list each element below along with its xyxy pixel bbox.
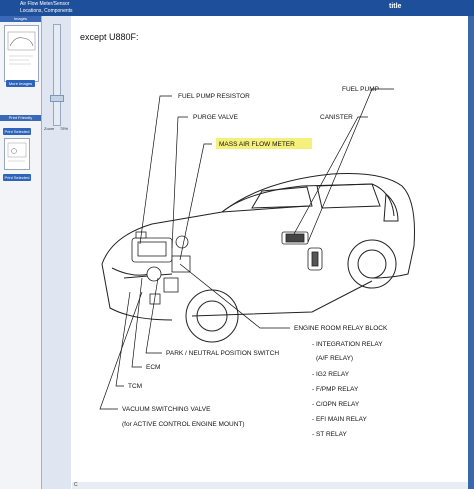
images-header: Images (0, 16, 41, 22)
label-fuel-pump: FUEL PUMP (342, 86, 379, 93)
print-thumbnail[interactable] (4, 138, 30, 170)
label-af-relay: (A/F RELAY) (316, 355, 353, 362)
print-selected-button-1[interactable]: Print Selected (3, 128, 31, 135)
print-selected-button-2[interactable]: Print Selected (3, 174, 31, 181)
vertical-scrollbar[interactable] (468, 16, 474, 489)
label-fuel-pump-resistor: FUEL PUMP RESISTOR (178, 93, 250, 100)
label-fpmp-relay: - F/PMP RELAY (312, 386, 359, 393)
corner-mark: C (74, 482, 78, 488)
print-thumbnail-icon (7, 142, 27, 162)
label-vacuum-switching-valve: VACUUM SWITCHING VALVE (122, 406, 211, 413)
window-subtitle: Locations, Components (20, 8, 73, 14)
label-mass-air-flow-meter: MASS AIR FLOW METER (219, 141, 295, 148)
component-location-diagram: except U880F: FUEL PUMP RESISTOR PURGE V… (80, 32, 415, 438)
label-vsv-note: (for ACTIVE CONTROL ENGINE MOUNT) (122, 421, 245, 428)
diagram-heading: except U880F: (80, 32, 139, 42)
label-purge-valve: PURGE VALVE (193, 114, 239, 121)
label-canister: CANISTER (320, 114, 353, 121)
zoom-value: 75% (60, 126, 69, 131)
zoom-label: Zoom (44, 126, 55, 131)
zoom-slider-handle[interactable] (50, 95, 64, 103)
print-friendly-header[interactable]: Print Friendly (0, 115, 41, 121)
title-right-label: title (389, 3, 402, 10)
image-thumbnail[interactable] (4, 25, 39, 82)
label-park-neutral-switch: PARK / NEUTRAL POSITION SWITCH (166, 350, 279, 357)
label-st-relay: - ST RELAY (312, 431, 347, 438)
label-ecm: ECM (146, 364, 160, 371)
window-title: Air Flow Meter/Sensor (20, 1, 70, 7)
diagram-viewer: except U880F: FUEL PUMP RESISTOR PURGE V… (72, 16, 468, 482)
sidebar: Images More Images Print Friendly Print … (0, 16, 42, 489)
engine-bay-components (131, 231, 191, 305)
label-efi-main-relay: - EFI MAIN RELAY (312, 416, 367, 423)
more-images-button[interactable]: More Images (6, 80, 35, 87)
label-integration-relay: - INTEGRATION RELAY (312, 341, 383, 348)
thumbnail-diagram-icon (7, 31, 36, 65)
title-bar: Air Flow Meter/Sensor Locations, Compone… (0, 0, 474, 16)
label-engine-room-relay-block: ENGINE ROOM RELAY BLOCK (294, 325, 388, 332)
label-tcm: TCM (128, 383, 142, 390)
label-copn-relay: - C/OPN RELAY (312, 401, 360, 408)
zoom-slider-track[interactable] (53, 24, 61, 126)
rear-components (281, 231, 323, 271)
horizontal-scrollbar[interactable]: C (72, 482, 468, 489)
label-ig2-relay: - IG2 RELAY (312, 371, 350, 378)
zoom-panel: Zoom 75% (42, 16, 71, 489)
